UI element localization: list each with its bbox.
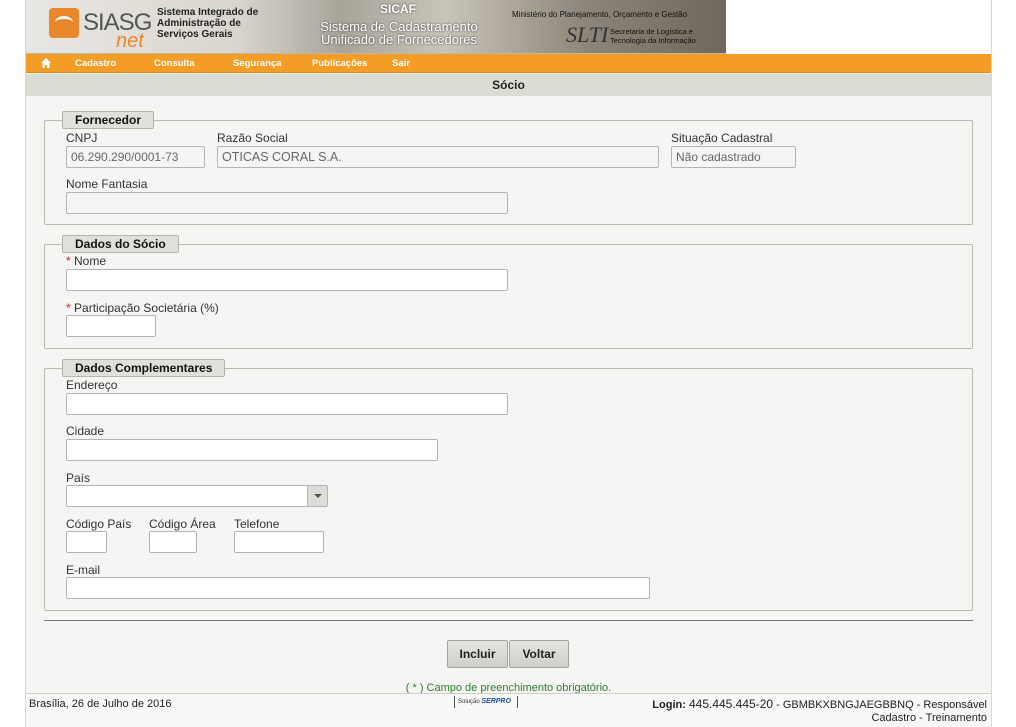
pais-select[interactable] [66,485,328,507]
pais-label: País [66,471,91,485]
dados-complementares-legend: Dados Complementares [62,359,226,377]
cnpj-field[interactable] [66,146,205,168]
header-banner: SIASG net Sistema Integrado de Administr… [26,0,991,54]
dados-socio-section: Dados do Sócio * Nome * Participação Soc… [44,235,973,349]
solution-text: Solução [458,699,480,705]
required-mark: * [66,301,71,315]
slti-name: Secretaria de Logística e Tecnologia da … [610,27,696,45]
dados-socio-legend: Dados do Sócio [62,235,179,253]
main-menu: Cadastro Consulta Segurança Publicações … [26,54,991,73]
cidade-label: Cidade [66,424,105,438]
codigo-pais-field[interactable] [66,531,107,553]
login-detail: - GBMBKXBNGJAEGBBNQ - Responsável [773,699,987,711]
participacao-field[interactable] [66,315,156,337]
telefone-field[interactable] [234,531,324,553]
sicaf-title: SICAF [380,2,416,16]
login-line: Login: 445.445.445-20 - GBMBKXBNGJAEGBBN… [652,698,987,712]
telefone-label: Telefone [234,517,280,531]
razao-social-label: Razão Social [217,131,288,145]
nome-label-text: Nome [74,254,107,268]
razao-social-field[interactable] [217,146,659,168]
nome-label: * Nome [66,254,106,268]
codigo-area-field[interactable] [149,531,197,553]
login-info: Login: 445.445.445-20 - GBMBKXBNGJAEGBBN… [652,698,987,725]
cidade-field[interactable] [66,439,438,461]
ministry-name: Ministério do Planejamento, Orçamento e … [512,10,688,19]
net-logo-text: net [116,30,144,52]
system-name: Sistema Integrado de Administração de Se… [157,7,259,40]
page-frame: SIASG net Sistema Integrado de Administr… [25,0,992,727]
situacao-cadastral-field[interactable] [671,146,796,168]
menu-seguranca[interactable]: Segurança [233,58,282,69]
required-mark: * [66,254,71,268]
chevron-down-icon[interactable] [307,486,327,506]
divider [44,620,973,621]
menu-publicacoes[interactable]: Publicações [312,58,367,69]
fornecedor-legend: Fornecedor [62,111,155,129]
sicaf-subtitle: Sistema de Cadastramento Unificado de Fo… [320,19,478,47]
endereco-label: Endereço [66,378,118,392]
situacao-cadastral-label: Situação Cadastral [671,131,773,145]
serpro-text: SERPRO [481,698,511,705]
menu-sair[interactable]: Sair [392,58,410,69]
footer: Brasília, 26 de Julho de 2016 Solução SE… [26,693,991,727]
codigo-pais-label: Código País [66,517,132,531]
nome-fantasia-label: Nome Fantasia [66,177,148,191]
email-field[interactable] [66,577,650,599]
menu-cadastro[interactable]: Cadastro [75,58,116,69]
banner-image: SIASG net Sistema Integrado de Administr… [26,0,726,54]
codigo-area-label: Código Área [149,517,216,531]
siasg-sun-icon [49,8,79,38]
dados-complementares-section: Dados Complementares Endereço Cidade Paí… [44,359,973,611]
participacao-label-text: Participação Societária (%) [74,301,219,315]
fornecedor-section: Fornecedor CNPJ Razão Social Situação Ca… [44,111,973,225]
footer-date: Brasília, 26 de Julho de 2016 [29,698,172,710]
menu-consulta[interactable]: Consulta [154,58,195,69]
participacao-label: * Participação Societária (%) [66,301,219,315]
login-role: Cadastro - Treinamento [871,712,987,724]
voltar-button[interactable]: Voltar [509,640,569,668]
incluir-button[interactable]: Incluir [447,640,508,668]
login-cpf: 445.445.445-20 [688,697,774,711]
login-label: Login: [652,699,686,711]
page-title: Sócio [26,74,991,96]
serpro-logo: Solução SERPRO [454,696,518,708]
home-icon[interactable] [40,57,52,69]
nome-fantasia-field[interactable] [66,192,508,214]
email-label: E-mail [66,563,101,577]
endereco-field[interactable] [66,393,508,415]
slti-logo: SLTI [566,22,609,47]
siasg-logo: SIASG net [46,5,152,52]
cnpj-label: CNPJ [66,131,98,145]
nome-field[interactable] [66,269,508,291]
